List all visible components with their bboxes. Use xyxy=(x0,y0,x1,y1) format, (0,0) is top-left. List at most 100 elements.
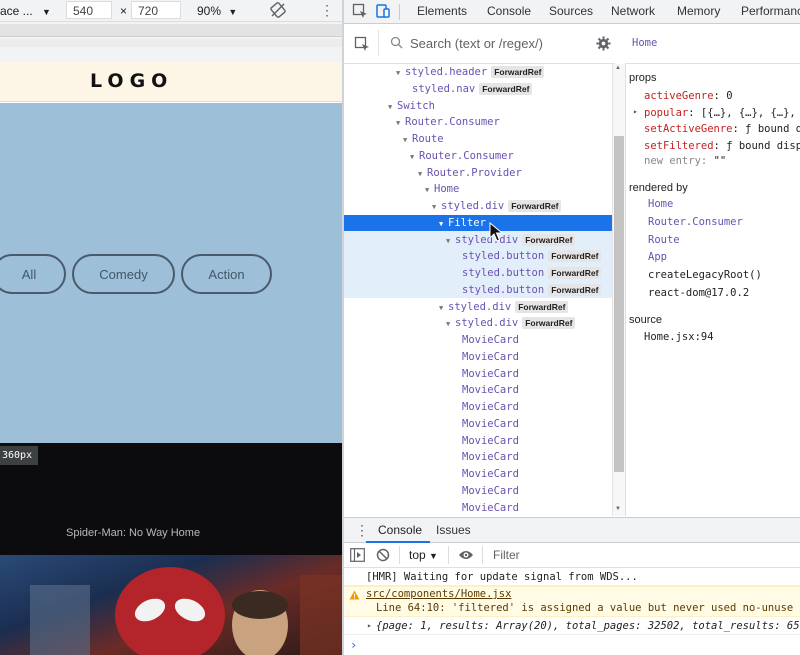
tree-row[interactable]: MovieCard xyxy=(453,483,519,499)
zoom-select[interactable]: 90% ▼ xyxy=(197,4,237,18)
sidebar-toggle-icon[interactable] xyxy=(350,548,365,565)
warning-file-link[interactable]: src/components/Home.jsx xyxy=(366,588,511,600)
more-options-icon[interactable]: ⋮ xyxy=(320,2,334,19)
drawer-tab-issues[interactable]: Issues xyxy=(436,523,471,537)
tree-row[interactable]: styled.button ForwardRef xyxy=(453,265,602,281)
tree-row[interactable]: ▼ styled.div ForwardRef xyxy=(446,315,576,332)
context-select[interactable]: top ▼ xyxy=(409,548,438,562)
tree-row[interactable]: MovieCard xyxy=(453,399,519,415)
tab-memory[interactable]: Memory xyxy=(677,4,720,18)
genre-button-all[interactable]: All xyxy=(0,254,66,294)
expand-triangle-icon[interactable]: ▼ xyxy=(410,149,419,165)
zoom-value: 90% xyxy=(197,4,222,18)
tree-row-label: MovieCard xyxy=(462,434,519,447)
expand-triangle-icon[interactable]: ▼ xyxy=(403,132,412,148)
tree-row[interactable]: ▼ styled.div ForwardRef xyxy=(446,232,576,249)
tab-sources[interactable]: Sources xyxy=(549,4,593,18)
tree-row[interactable]: MovieCard xyxy=(453,449,519,465)
drawer-tab-console[interactable]: Console xyxy=(378,523,422,537)
prop-row[interactable]: setFiltered: ƒ bound disp xyxy=(644,140,800,152)
tree-row[interactable]: MovieCard xyxy=(453,466,519,482)
tree-row[interactable]: styled.nav ForwardRef xyxy=(403,81,533,97)
expand-triangle-icon[interactable]: ▼ xyxy=(425,182,434,198)
tree-row[interactable]: MovieCard xyxy=(453,349,519,365)
logo: LOGO xyxy=(90,70,174,92)
height-input[interactable]: 720 xyxy=(131,1,181,19)
clear-console-icon[interactable] xyxy=(376,548,390,565)
console-log-object[interactable]: ▸ {page: 1, results: Array(20), total_pa… xyxy=(344,617,800,635)
inspect-element-icon[interactable] xyxy=(352,3,368,22)
expand-triangle-icon[interactable]: ▼ xyxy=(446,233,455,249)
tree-row[interactable]: ▼ styled.div ForwardRef xyxy=(432,198,562,215)
scroll-up-icon[interactable]: ▲ xyxy=(615,65,621,71)
tree-row[interactable]: MovieCard xyxy=(453,382,519,398)
tab-console[interactable]: Console xyxy=(487,4,531,18)
tab-network[interactable]: Network xyxy=(611,4,655,18)
tree-row[interactable]: MovieCard xyxy=(453,416,519,432)
prop-row[interactable]: activeGenre: 0 xyxy=(644,90,733,102)
rotate-icon[interactable] xyxy=(270,2,286,21)
tree-row[interactable]: ▼ Router.Provider xyxy=(418,165,522,181)
forwardref-badge: ForwardRef xyxy=(508,200,562,212)
prop-colon: : xyxy=(713,90,727,102)
tree-row[interactable]: ▼ Switch xyxy=(388,98,435,114)
expand-triangle-icon[interactable]: ▼ xyxy=(439,216,448,232)
expand-triangle-icon[interactable]: ▼ xyxy=(446,316,455,332)
tree-row[interactable]: ▼ Router.Consumer xyxy=(396,114,500,130)
settings-gear-icon[interactable] xyxy=(596,36,611,56)
tree-row-label: Filter xyxy=(448,216,486,229)
expand-triangle-icon[interactable]: ▼ xyxy=(439,300,448,316)
source-location[interactable]: Home.jsx:94 xyxy=(644,331,714,343)
tree-scrollbar[interactable]: ▲ ▼ xyxy=(612,64,625,516)
tree-row[interactable]: MovieCard xyxy=(453,500,519,516)
tree-row[interactable]: ▼ styled.header ForwardRef xyxy=(396,64,545,81)
expand-triangle-icon[interactable]: ▼ xyxy=(388,99,397,115)
new-entry-row[interactable]: new entry: "" xyxy=(644,155,726,167)
expand-arrow-icon[interactable]: ▸ xyxy=(633,107,638,116)
tab-elements[interactable]: Elements xyxy=(417,4,467,18)
console-filter-input[interactable]: Filter xyxy=(493,548,520,562)
width-input[interactable]: 540 xyxy=(66,1,112,19)
prop-row[interactable]: setActiveGenre: ƒ bound d xyxy=(644,123,800,135)
rendered-by-item[interactable]: App xyxy=(648,251,667,263)
rendered-by-item[interactable]: Home xyxy=(648,198,673,210)
tree-row-label: Router.Provider xyxy=(427,166,522,179)
chevron-down-icon: ▼ xyxy=(42,7,51,17)
tree-row[interactable]: MovieCard xyxy=(453,433,519,449)
tree-row[interactable]: ▼ Filter xyxy=(439,215,486,231)
expand-triangle-icon[interactable]: ▼ xyxy=(432,199,441,215)
select-component-icon[interactable] xyxy=(354,36,370,57)
expand-triangle-icon[interactable]: ▼ xyxy=(396,115,405,131)
expand-triangle-icon[interactable]: ▼ xyxy=(418,166,427,182)
console-prompt[interactable]: › xyxy=(344,636,800,655)
toolbar-separator xyxy=(399,546,400,564)
search-input[interactable]: Search (text or /regex/) xyxy=(410,36,543,51)
tree-row[interactable]: styled.button ForwardRef xyxy=(453,248,602,264)
genre-button-action[interactable]: Action xyxy=(181,254,272,294)
tree-scrollbar-thumb[interactable] xyxy=(614,136,624,472)
device-toolbar-icon[interactable] xyxy=(375,3,391,22)
rendered-by-item[interactable]: Router.Consumer xyxy=(648,216,743,228)
genre-button-comedy[interactable]: Comedy xyxy=(72,254,175,294)
tree-row[interactable]: ▼ Route xyxy=(403,131,444,147)
rendered-by-item[interactable]: Route xyxy=(648,234,680,246)
scroll-down-icon[interactable]: ▼ xyxy=(615,506,621,512)
tree-row[interactable]: styled.button ForwardRef xyxy=(453,282,602,298)
live-expression-eye-icon[interactable] xyxy=(458,549,474,564)
expand-arrow-icon[interactable]: ▸ xyxy=(367,617,372,634)
movie-poster[interactable] xyxy=(0,555,343,655)
prop-row[interactable]: ▸ popular: [{…}, {…}, {…}, xyxy=(633,107,796,119)
tree-row-label: MovieCard xyxy=(462,468,519,480)
tree-row[interactable]: MovieCard xyxy=(453,366,519,382)
device-select[interactable]: ace ... ▼ xyxy=(0,4,51,18)
tree-row[interactable]: ▼ Router.Consumer xyxy=(410,148,514,164)
tree-row-label: Route xyxy=(412,133,444,145)
tree-row[interactable]: MovieCard xyxy=(453,332,519,348)
tree-row[interactable]: ▼ styled.div ForwardRef xyxy=(439,299,569,316)
drawer-tab-console-wrap[interactable]: Console xyxy=(366,518,430,543)
expand-triangle-icon[interactable]: ▼ xyxy=(396,65,405,81)
tab-performance[interactable]: Performanc xyxy=(741,4,800,18)
tree-row[interactable]: ▼ Home xyxy=(425,181,459,197)
component-tree: ▼ styled.header ForwardRef styled.nav Forwar… xyxy=(344,64,612,516)
console-log-hmr: [HMR] Waiting for update signal from WDS… xyxy=(344,569,800,586)
